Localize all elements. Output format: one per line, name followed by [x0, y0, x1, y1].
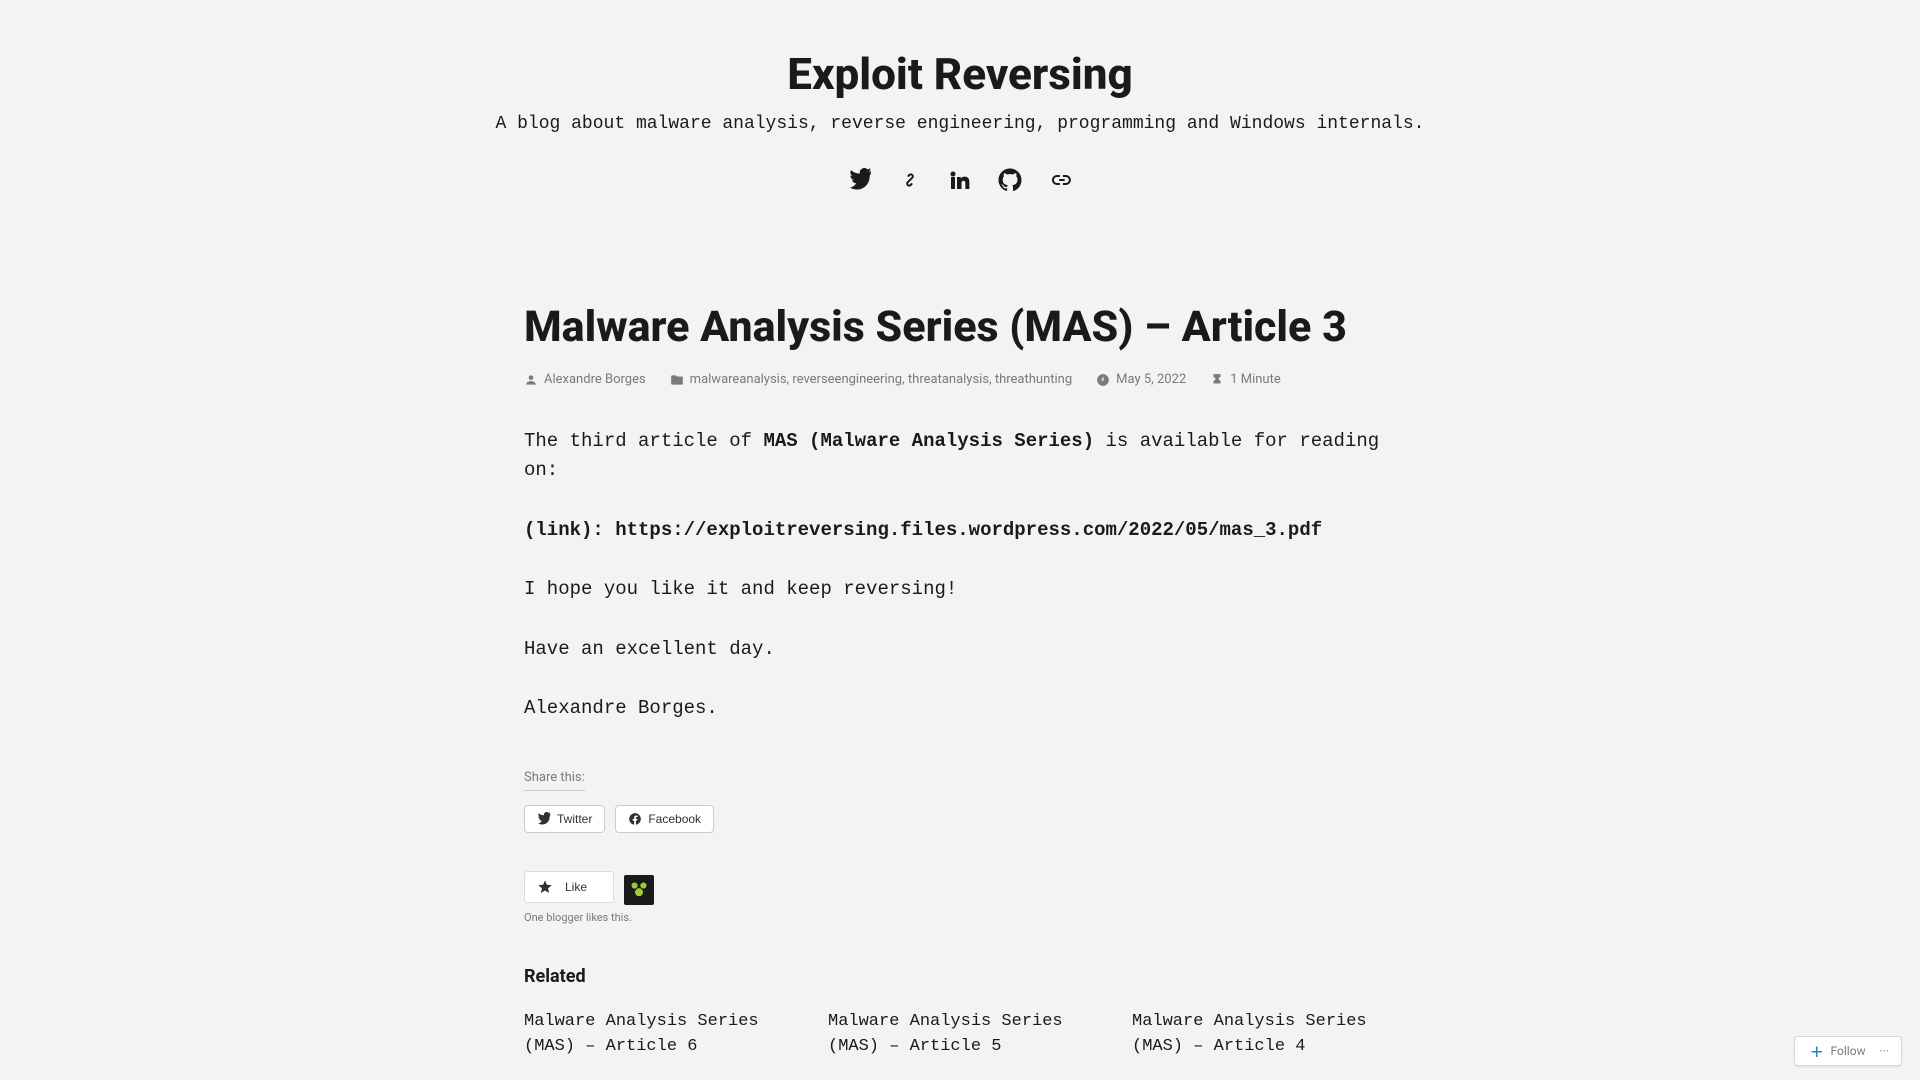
related-item-title: Malware Analysis Series (MAS) – Article …	[828, 1009, 1092, 1060]
date-link[interactable]: May 5, 2022	[1116, 372, 1186, 387]
like-section: Like One blogger likes this.	[524, 869, 1396, 924]
article-body: The third article of MAS (Malware Analys…	[524, 427, 1396, 724]
share-facebook-button[interactable]: Facebook	[615, 805, 714, 833]
body-text: The third article of	[524, 430, 763, 452]
body-paragraph: Have an excellent day.	[524, 635, 1396, 664]
pdf-link[interactable]: https://exploitreversing.files.wordpress…	[615, 519, 1322, 541]
related-item[interactable]: Malware Analysis Series (MAS) – Article …	[524, 1009, 788, 1060]
body-paragraph: The third article of MAS (Malware Analys…	[524, 427, 1396, 486]
share-section: Share this: Twitter Facebook	[524, 766, 1396, 833]
share-twitter-label: Twitter	[557, 812, 592, 826]
site-tagline: A blog about malware analysis, reverse e…	[0, 114, 1920, 134]
tag-link[interactable]: threatanalysis	[908, 372, 989, 387]
body-strong: MAS (Malware Analysis Series)	[763, 430, 1094, 452]
like-label: Like	[565, 880, 587, 894]
article-title: Malware Analysis Series (MAS) – Article …	[524, 302, 1396, 352]
related-item[interactable]: Malware Analysis Series (MAS) – Article …	[1132, 1009, 1396, 1060]
person-icon	[524, 373, 538, 387]
author-link[interactable]: Alexandre Borges	[544, 372, 646, 387]
social-nav	[0, 166, 1920, 194]
meta-author: Alexandre Borges	[524, 372, 646, 387]
like-button[interactable]: Like	[524, 871, 614, 903]
tag-link[interactable]: malwareanalysis	[690, 372, 787, 387]
meta-date: May 5, 2022	[1096, 372, 1186, 387]
chain-icon[interactable]	[1046, 166, 1074, 194]
article-meta: Alexandre Borges malwareanalysis, revers…	[524, 372, 1396, 387]
body-paragraph-link: (link): https://exploitreversing.files.w…	[524, 516, 1396, 545]
tag-link[interactable]: reverseengineering	[792, 372, 902, 387]
meta-tags: malwareanalysis, reverseengineering, thr…	[670, 372, 1073, 387]
facebook-icon	[628, 812, 642, 826]
related-section: Related Malware Analysis Series (MAS) – …	[524, 966, 1396, 1060]
related-grid: Malware Analysis Series (MAS) – Article …	[524, 1009, 1396, 1060]
twitter-icon[interactable]	[846, 166, 874, 194]
star-icon	[537, 879, 553, 895]
liker-avatar[interactable]	[624, 875, 654, 905]
related-item-title: Malware Analysis Series (MAS) – Article …	[1132, 1009, 1396, 1060]
follow-widget[interactable]: Follow ···	[1794, 1036, 1902, 1066]
github-icon[interactable]	[996, 166, 1024, 194]
site-header: Exploit Reversing A blog about malware a…	[0, 0, 1920, 222]
share-twitter-button[interactable]: Twitter	[524, 805, 605, 833]
share-facebook-label: Facebook	[648, 812, 701, 826]
link-label: (link):	[524, 519, 615, 541]
follow-label: Follow	[1831, 1044, 1866, 1058]
read-time-text: 1 Minute	[1230, 372, 1281, 387]
folder-icon	[670, 373, 684, 387]
tag-link[interactable]: threathunting	[995, 372, 1072, 387]
twitter-icon	[537, 812, 551, 826]
body-paragraph: I hope you like it and keep reversing!	[524, 575, 1396, 604]
hourglass-icon	[1210, 373, 1224, 387]
clock-icon	[1096, 373, 1110, 387]
body-paragraph: Alexandre Borges.	[524, 694, 1396, 723]
related-item-title: Malware Analysis Series (MAS) – Article …	[524, 1009, 788, 1060]
site-title[interactable]: Exploit Reversing	[0, 48, 1920, 100]
meta-read-time: 1 Minute	[1210, 372, 1281, 387]
link-icon[interactable]	[896, 166, 924, 194]
linkedin-icon[interactable]	[946, 166, 974, 194]
related-heading: Related	[524, 966, 1396, 987]
share-buttons: Twitter Facebook	[524, 805, 1396, 833]
related-item[interactable]: Malware Analysis Series (MAS) – Article …	[828, 1009, 1092, 1060]
like-caption: One blogger likes this.	[524, 911, 1396, 924]
ellipsis-icon[interactable]: ···	[1880, 1044, 1889, 1058]
plus-icon	[1807, 1042, 1825, 1060]
article-container: Malware Analysis Series (MAS) – Article …	[504, 302, 1416, 1060]
share-label: Share this:	[524, 770, 585, 791]
